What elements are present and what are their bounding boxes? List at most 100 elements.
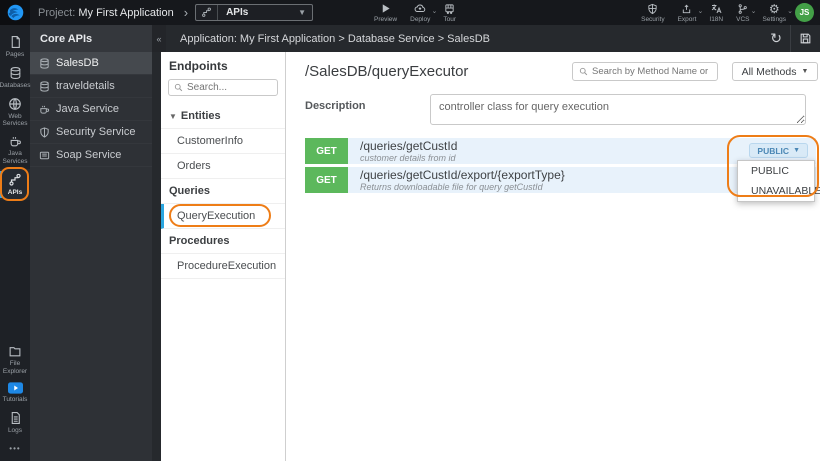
shield-icon: [647, 3, 658, 15]
endpoint-info: /queries/getCustId/export/{exportType} R…: [348, 167, 565, 193]
endpoint-summary: Returns downloadable file for query getC…: [360, 182, 543, 193]
method-search-input[interactable]: [592, 66, 711, 77]
run-actions: Preview Deploy ⌄ Tour: [374, 0, 456, 25]
tree-item-queryexecution[interactable]: QueryExecution: [161, 204, 285, 229]
panel-resizer[interactable]: [152, 52, 161, 461]
get-method-badge[interactable]: GET: [305, 138, 348, 164]
database-icon: [9, 66, 22, 80]
get-method-badge[interactable]: GET: [305, 167, 348, 193]
access-dropdown-button[interactable]: PUBLIC ▼: [749, 143, 808, 158]
left-navigation-rail: Pages Databases Web Services Java Servic…: [0, 25, 31, 461]
triangle-down-icon: ▼: [801, 68, 809, 75]
sidebar-item-tutorials[interactable]: Tutorials: [0, 378, 30, 407]
i18n-button[interactable]: I18N: [709, 3, 723, 23]
soap-icon: [39, 150, 50, 161]
tree-item-orders[interactable]: Orders: [161, 154, 285, 179]
vcs-button[interactable]: VCS ⌄: [736, 3, 757, 23]
tree-section-procedures[interactable]: Procedures: [161, 229, 285, 254]
coffee-icon: [9, 135, 22, 148]
core-apis-panel: SalesDB traveldetails Java Service Secur…: [30, 52, 152, 461]
toolbar-actions: Security Export ⌄ I18N VCS ⌄ ⚙ Settings …: [641, 0, 794, 25]
user-avatar[interactable]: JS: [795, 3, 814, 22]
endpoint-path: /queries/getCustId: [360, 139, 458, 153]
project-name: Project: My First Application: [38, 6, 174, 19]
sidebar-item-databases[interactable]: Databases: [0, 62, 31, 93]
chevron-down-icon: ⌄: [697, 7, 704, 15]
endpoint-summary: customer details from id: [360, 153, 456, 164]
folder-icon: [8, 345, 22, 358]
wavemaker-logo[interactable]: [0, 0, 30, 25]
endpoint-rows: GET /queries/getCustId customer details …: [305, 135, 820, 202]
chevron-right-icon: ›: [183, 5, 189, 20]
page-icon: [9, 35, 22, 49]
wavemaker-studio-window: Project: My First Application › APIs ▼ P…: [0, 0, 820, 461]
breadcrumb: Application: My First Application > Data…: [180, 32, 490, 45]
description-input[interactable]: controller class for query execution: [430, 94, 806, 125]
workspace-apis-dropdown[interactable]: APIs ▼: [195, 4, 314, 21]
core-apis-panel-title: Core APIs: [30, 25, 152, 52]
access-option-public[interactable]: PUBLIC: [738, 161, 814, 181]
cloud-upload-icon: [413, 3, 427, 15]
method-search[interactable]: [572, 62, 718, 81]
play-icon: [380, 3, 391, 15]
description-row: Description controller class for query e…: [305, 94, 818, 125]
export-button[interactable]: Export ⌄: [678, 3, 703, 23]
floppy-disk-icon: [800, 33, 811, 44]
save-button[interactable]: [790, 25, 820, 52]
core-api-item-security-service[interactable]: Security Service: [30, 121, 152, 144]
coffee-icon: [39, 104, 50, 115]
logs-icon: [9, 411, 22, 425]
tree-section-entities[interactable]: ▼ Entities: [161, 104, 285, 129]
chevron-down-icon: ⌄: [750, 7, 757, 15]
triangle-down-icon: ▼: [169, 112, 177, 121]
sidebar-item-web-services[interactable]: Web Services: [0, 93, 30, 132]
sidebar-item-file-explorer[interactable]: File Explorer: [0, 341, 30, 379]
core-api-item-traveldetails[interactable]: traveldetails: [30, 75, 152, 98]
globe-icon: [8, 97, 22, 111]
chevron-down-icon: ⌄: [787, 7, 793, 15]
rail-overflow-button[interactable]: •••: [9, 438, 20, 461]
sidebar-item-apis[interactable]: APIs: [0, 166, 30, 201]
endpoints-title: Endpoints: [169, 59, 228, 73]
database-icon: [39, 57, 50, 69]
tour-button[interactable]: Tour: [443, 3, 456, 23]
main-header: /SalesDB/queryExecutor All Methods ▼: [305, 62, 818, 81]
description-label: Description: [305, 100, 366, 112]
api-icon: [8, 173, 22, 187]
tree-section-queries[interactable]: Queries: [161, 179, 285, 204]
endpoints-search-input[interactable]: [187, 82, 272, 93]
tree-item-customerinfo[interactable]: CustomerInfo: [161, 129, 285, 154]
bus-icon: [444, 3, 455, 15]
core-api-item-soap-service[interactable]: Soap Service: [30, 144, 152, 167]
search-icon: [174, 83, 183, 92]
top-bar: Project: My First Application › APIs ▼ P…: [0, 0, 820, 25]
settings-button[interactable]: ⚙ Settings ⌄: [763, 1, 794, 23]
branch-icon: [737, 3, 748, 15]
security-button[interactable]: Security: [641, 3, 665, 23]
page-title: /SalesDB/queryExecutor: [305, 63, 469, 80]
all-methods-dropdown[interactable]: All Methods ▼: [732, 62, 818, 81]
breadcrumb-bar: Application: My First Application > Data…: [166, 25, 820, 52]
sidebar-item-java-services[interactable]: Java Services: [0, 131, 30, 169]
endpoint-path: /queries/getCustId/export/{exportType}: [360, 168, 565, 182]
sidebar-item-pages[interactable]: Pages: [0, 31, 30, 62]
chevron-down-icon: ⌄: [431, 7, 438, 15]
shield-icon: [39, 126, 50, 138]
gear-icon: ⚙: [768, 1, 780, 16]
collapse-panel-button[interactable]: «: [152, 25, 166, 52]
access-option-unavailable[interactable]: UNAVAILABLE: [738, 181, 820, 201]
breadcrumb-actions: ↻: [762, 25, 820, 52]
preview-button[interactable]: Preview: [374, 3, 397, 23]
api-icon: [196, 5, 219, 20]
sidebar-item-logs[interactable]: Logs: [0, 407, 30, 438]
core-api-item-java-service[interactable]: Java Service: [30, 98, 152, 121]
deploy-button[interactable]: Deploy ⌄: [410, 3, 437, 23]
refresh-button[interactable]: ↻: [762, 25, 790, 52]
endpoints-search[interactable]: [168, 79, 278, 96]
tree-item-procedureexecution[interactable]: ProcedureExecution: [161, 254, 285, 279]
main-content: /SalesDB/queryExecutor All Methods ▼ Des…: [287, 52, 820, 461]
core-api-item-salesdb[interactable]: SalesDB: [30, 52, 152, 75]
tutorials-play-icon: [7, 382, 23, 395]
search-icon: [579, 67, 588, 76]
secondary-bar: Core APIs « Application: My First Applic…: [30, 25, 820, 52]
